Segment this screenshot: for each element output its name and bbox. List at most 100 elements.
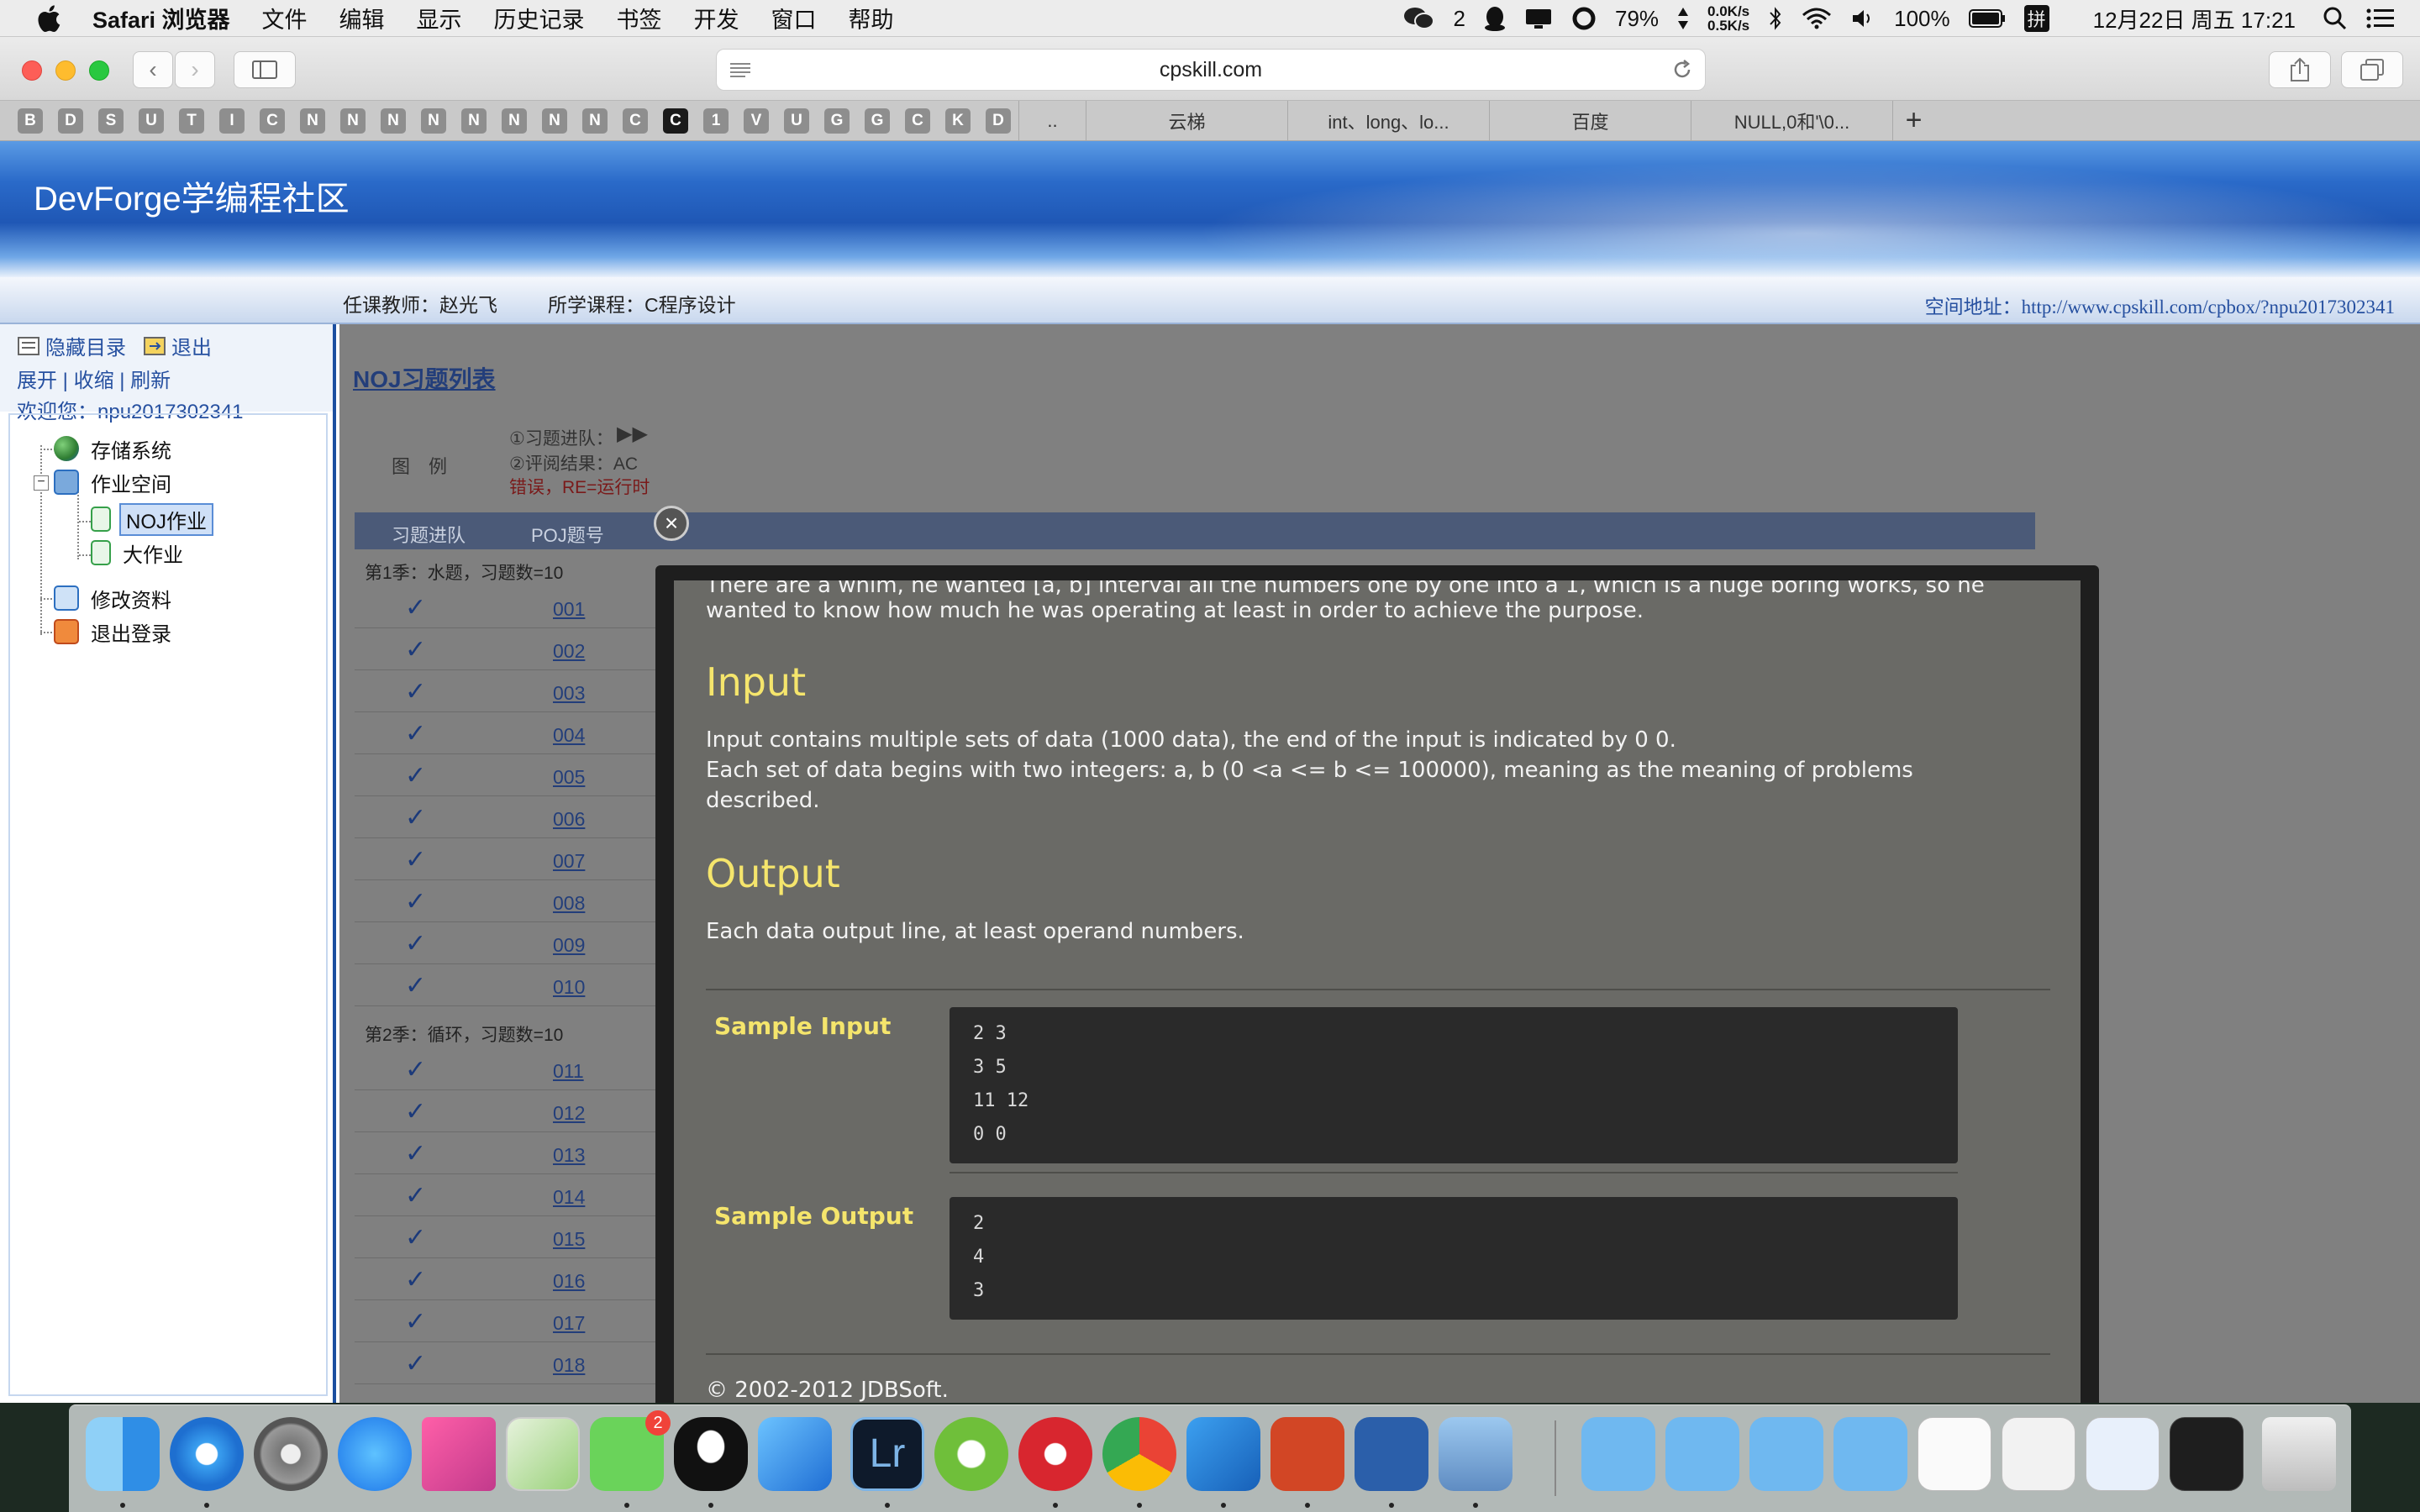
problem-number-link[interactable]: 009 (553, 934, 585, 957)
finder-icon[interactable] (86, 1417, 160, 1491)
clock[interactable]: 12月22日 周五 17:21 (2093, 3, 2296, 34)
word-icon[interactable] (1355, 1417, 1428, 1491)
pinned-tab-favicon[interactable]: N (502, 108, 527, 134)
pinned-tab-favicon[interactable]: N (582, 108, 608, 134)
problem-number-link[interactable]: 007 (553, 850, 585, 873)
minimize-window-button[interactable] (55, 60, 76, 81)
logout-link[interactable]: 退出 (171, 331, 212, 360)
qq-status-icon[interactable] (1484, 6, 1506, 31)
menu-help[interactable]: 帮助 (849, 2, 894, 34)
system-preferences-icon[interactable] (254, 1417, 328, 1491)
problem-number-link[interactable]: 002 (553, 640, 585, 663)
downloads-folder-icon[interactable] (1581, 1417, 1655, 1491)
pinned-tab-favicon[interactable]: N (381, 108, 406, 134)
volume-icon[interactable] (1850, 7, 1876, 30)
pinned-tab-favicon[interactable]: T (179, 108, 204, 134)
close-modal-button[interactable]: × (654, 506, 689, 541)
tab-overview-button[interactable] (2341, 51, 2403, 88)
pinned-tab-favicon[interactable]: N (340, 108, 366, 134)
pdf-reader-icon[interactable] (1018, 1417, 1092, 1491)
pinned-tab-favicon[interactable]: D (58, 108, 83, 134)
safari-icon[interactable] (170, 1417, 244, 1491)
problem-number-link[interactable]: 015 (553, 1228, 585, 1251)
tab-baidu[interactable]: 百度 (1489, 100, 1691, 141)
pinned-tab-favicon[interactable]: U (784, 108, 809, 134)
reader-list-icon[interactable] (729, 61, 752, 78)
maps-icon[interactable] (506, 1417, 580, 1491)
pinned-tab-favicon[interactable]: V (744, 108, 769, 134)
battery-ring-icon[interactable] (1571, 6, 1597, 31)
share-button[interactable] (2269, 51, 2331, 88)
problem-number-link[interactable]: 006 (553, 808, 585, 831)
apps-folder-icon[interactable] (1833, 1417, 1907, 1491)
problem-number-link[interactable]: 012 (553, 1102, 585, 1125)
problem-number-link[interactable]: 008 (553, 892, 585, 915)
menu-edit[interactable]: 编辑 (339, 2, 385, 34)
back-button[interactable]: ‹ (133, 51, 173, 88)
problem-number-link[interactable]: 005 (553, 766, 585, 789)
pinned-tab-favicon[interactable]: C (623, 108, 648, 134)
pinned-tab-favicon[interactable]: B (18, 108, 43, 134)
wifi-icon[interactable] (1802, 7, 1832, 30)
pinned-tab-favicon[interactable]: N (542, 108, 567, 134)
chrome-icon[interactable] (1102, 1417, 1176, 1491)
pinned-tab-favicon[interactable]: I (219, 108, 245, 134)
sample-input-box[interactable]: 2 3 3 5 11 12 0 0 (950, 1007, 1958, 1163)
powerpoint-icon[interactable] (1270, 1417, 1344, 1491)
address-bar[interactable]: cpskill.com (716, 49, 1706, 91)
menu-develop[interactable]: 开发 (694, 2, 739, 34)
new-tab-button[interactable]: + (1892, 100, 1934, 141)
apple-menu-icon[interactable] (34, 2, 67, 35)
windows-folder-icon[interactable] (1749, 1417, 1823, 1491)
pinned-tab-favicon[interactable]: C (905, 108, 930, 134)
spotlight-search-icon[interactable] (2323, 6, 2348, 31)
problem-number-link[interactable]: 011 (553, 1060, 584, 1083)
problem-number-link[interactable]: 001 (553, 598, 585, 621)
tab-yunti[interactable]: 云梯 (1086, 100, 1287, 141)
display-status-icon[interactable] (1524, 7, 1553, 30)
menu-file[interactable]: 文件 (262, 2, 308, 34)
expand-link[interactable]: 展开 (17, 370, 57, 392)
tab-int-long[interactable]: int、long、lo... (1287, 100, 1489, 141)
preview-icon[interactable] (1439, 1417, 1512, 1491)
tree-item-storage[interactable]: 存储系统 (54, 433, 171, 464)
folder-icon[interactable] (1665, 1417, 1739, 1491)
problem-number-link[interactable]: 016 (553, 1270, 585, 1293)
trash-icon[interactable] (2262, 1417, 2336, 1491)
vscode-icon[interactable] (1186, 1417, 1260, 1491)
menu-bookmarks[interactable]: 书签 (617, 2, 662, 34)
url-text[interactable]: cpskill.com (1160, 58, 1262, 82)
menu-window[interactable]: 窗口 (771, 2, 817, 34)
problem-number-link[interactable]: 018 (553, 1354, 585, 1377)
lightroom-icon[interactable]: Lr (850, 1417, 924, 1491)
page-title[interactable]: NOJ习题列表 (353, 361, 496, 395)
image-stack-icon[interactable] (2086, 1417, 2160, 1491)
tree-item-big-homework[interactable]: 大作业 (91, 538, 183, 568)
pinned-tab-favicon[interactable]: G (865, 108, 890, 134)
close-window-button[interactable] (22, 60, 42, 81)
app-menu[interactable]: Safari 浏览器 (92, 2, 230, 34)
tab-null-zero[interactable]: NULL,0和'\0... (1691, 100, 1892, 141)
app-store-icon[interactable] (338, 1417, 412, 1491)
pinned-tab-favicon[interactable]: U (139, 108, 164, 134)
menu-history[interactable]: 历史记录 (494, 2, 585, 34)
problem-number-link[interactable]: 014 (553, 1186, 585, 1209)
bluetooth-icon[interactable] (1768, 6, 1783, 31)
refresh-link[interactable]: 刷新 (130, 370, 171, 392)
display-app-icon[interactable] (422, 1417, 496, 1491)
notification-center-icon[interactable] (2366, 8, 2395, 29)
reload-icon[interactable] (1671, 59, 1693, 81)
pinned-tab-favicon[interactable]: C (260, 108, 285, 134)
pinned-tab-favicon[interactable]: G (824, 108, 850, 134)
space-address-link[interactable]: 空间地址：http://www.cpskill.com/cpbox/?npu20… (1925, 291, 2395, 319)
hide-menu-link[interactable]: 隐藏目录 (45, 331, 126, 360)
forward-button[interactable]: › (175, 51, 215, 88)
editor-window-icon[interactable] (2170, 1417, 2244, 1491)
pinned-tab-favicon[interactable]: N (300, 108, 325, 134)
tab-overflow[interactable]: .. (1018, 100, 1086, 141)
tree-item-logout[interactable]: 退出登录 (54, 617, 171, 647)
sample-output-box[interactable]: 2 4 3 (950, 1197, 1958, 1320)
utorrent-icon[interactable] (934, 1417, 1008, 1491)
problem-number-link[interactable]: 010 (553, 976, 585, 999)
sidebar-toggle-button[interactable] (234, 51, 296, 88)
